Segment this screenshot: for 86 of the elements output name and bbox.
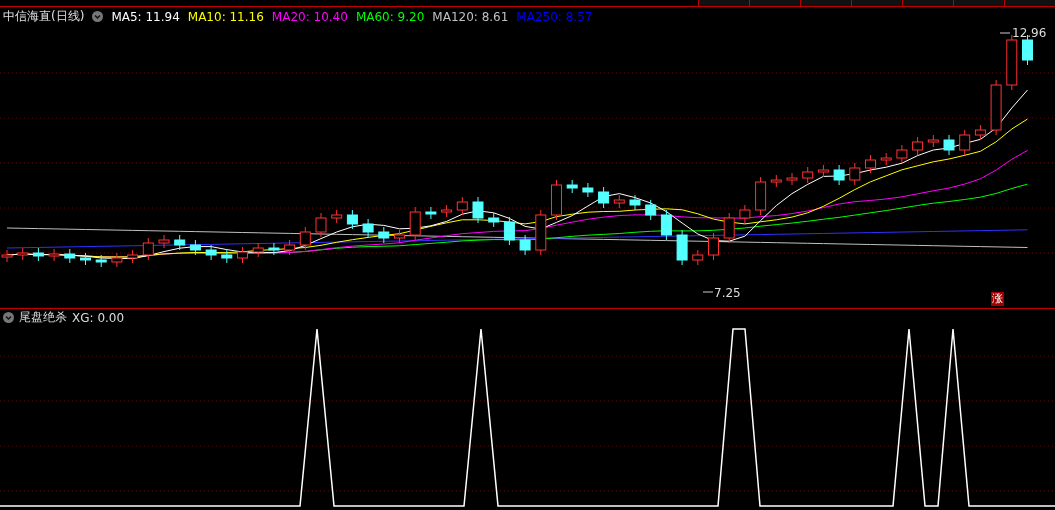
candlestick [770,174,782,188]
candlestick [566,179,578,194]
candlestick [331,209,343,224]
candlestick [189,239,201,256]
toolbar-tab[interactable] [698,0,749,6]
toolbar-tab[interactable] [800,0,851,6]
candlestick [252,242,264,258]
candlestick [237,246,248,264]
ma-reading: MA120: 8.61 [432,9,509,24]
candlestick [394,229,405,244]
candlestick [613,194,625,209]
candlestick [535,209,547,256]
candlestick [503,216,515,246]
candlestick [346,209,358,230]
low-marker [702,291,714,293]
candlestick [268,242,280,256]
candlestick [849,162,861,186]
candlestick [174,234,186,251]
candlestick [582,182,594,198]
candlestick [551,179,562,221]
candlestick [80,252,91,266]
ma-reading: MA10: 11.16 [187,9,264,24]
candlestick [158,234,170,249]
candlestick [456,196,468,216]
candlestick [708,232,719,261]
dropdown-icon[interactable] [3,312,14,323]
toolbar-tab[interactable] [953,0,1004,6]
candlestick [111,252,123,268]
candlestick [519,234,531,256]
candlestick [221,249,233,264]
candlestick [315,212,327,238]
candlestick [817,164,829,178]
candlestick [833,164,845,186]
candlestick [488,212,500,228]
candlestick [927,134,939,148]
candlestick [912,136,924,156]
candlestick [441,204,453,218]
candlestick [378,226,390,244]
candlestick [409,206,421,241]
candlestick [95,254,107,268]
candlestick [299,226,311,251]
candlestick [64,248,76,264]
candlestick [990,79,1002,136]
candlestick [17,247,29,261]
candlestick [660,209,672,241]
candlestick [205,244,217,261]
indicator-reading: XG: 0.00 [72,310,125,325]
candlestick [802,166,814,184]
candlestick [425,206,437,220]
candlestick [142,237,154,261]
toolbar-tab[interactable] [749,0,800,6]
toolbar-tab[interactable] [851,0,902,6]
toolbar-tab[interactable] [1004,0,1055,6]
candlestick [896,144,908,164]
candlestick [959,129,971,156]
candlestick [943,134,955,156]
chart-title: 中信海直(日线) [3,8,85,25]
ma-reading: MA60: 9.20 [355,9,425,24]
candlestick [48,248,60,262]
high-marker [999,32,1011,34]
candlestick [32,247,44,262]
candlestick [645,199,657,221]
candlestick [865,154,876,174]
candlestick [472,196,484,224]
ma-reading: MA5: 11.94 [111,9,180,24]
low-price-label: 7.25 [714,286,741,300]
ma-reading: MA20: 10.40 [271,9,348,24]
candlestick [362,218,374,238]
candlestick [739,204,751,224]
ma-reading: MA250: 8.57 [516,9,593,24]
candlestick [127,249,139,264]
rise-label: 涨 [991,292,1004,306]
candlestick [974,124,986,141]
candlestick [598,186,610,209]
candlestick [786,172,798,186]
candlestick [629,194,641,211]
high-price-label: 12.96 [1012,26,1047,40]
candlestick [880,152,892,166]
dropdown-icon[interactable] [92,11,104,22]
candlestick [284,239,296,256]
candlestick [755,176,767,216]
candlestick [676,229,688,266]
candlestick [692,249,704,266]
toolbar-tab[interactable] [902,0,953,6]
indicator-title: 尾盘绝杀 [19,309,67,326]
candlestick [723,212,735,244]
